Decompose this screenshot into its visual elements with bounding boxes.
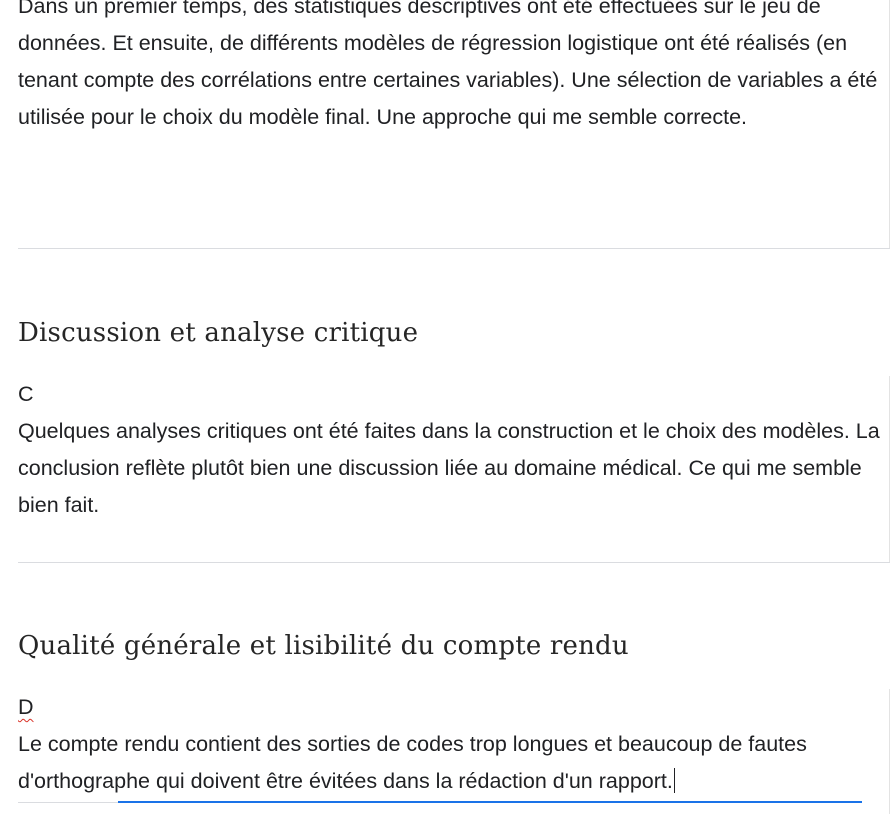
- answer-card-methodology: Dans un premier temps, des statistiques …: [18, 0, 890, 248]
- card-border: [889, 689, 890, 814]
- answer-text-quality[interactable]: Le compte rendu contient des sorties de …: [18, 726, 884, 800]
- section-title-discussion: Discussion et analyse critique: [18, 318, 419, 348]
- answer-text-quality-content: Le compte rendu contient des sorties de …: [18, 732, 807, 793]
- section-title-quality: Qualité générale et lisibilité du compte…: [18, 631, 629, 661]
- grade-discussion[interactable]: C: [18, 376, 890, 413]
- answer-card-discussion: C Quelques analyses critiques ont été fa…: [18, 376, 890, 562]
- section-divider: [18, 562, 890, 563]
- section-divider: [18, 802, 118, 803]
- text-cursor: [673, 768, 675, 793]
- spellcheck-grade-quality: D: [18, 695, 34, 719]
- answer-text-discussion[interactable]: Quelques analyses critiques ont été fait…: [18, 413, 884, 524]
- answer-card-quality: D Le compte rendu contient des sorties d…: [18, 689, 890, 814]
- answer-text-methodology[interactable]: Dans un premier temps, des statistiques …: [18, 0, 884, 136]
- active-field-underline: [118, 801, 862, 803]
- card-border: [889, 376, 890, 562]
- card-border: [889, 0, 890, 248]
- section-divider: [18, 248, 890, 249]
- grade-quality[interactable]: D: [18, 689, 890, 726]
